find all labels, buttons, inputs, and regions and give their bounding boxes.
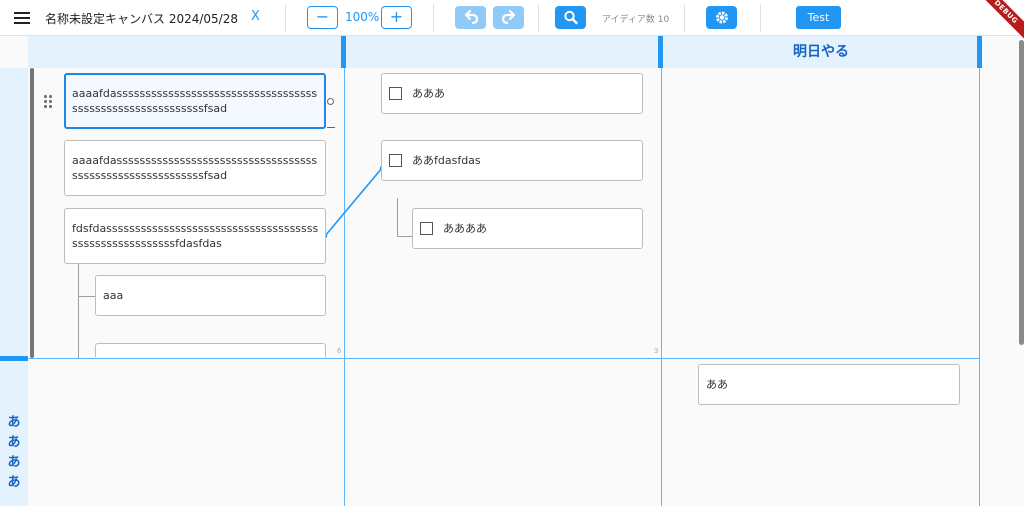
drag-handle-icon[interactable] [44,95,54,109]
canvas-app: 名称未設定キャンバス 2024/05/28 X − 100% + アイディア数 … [0,0,1024,506]
card-text: aaa [103,289,124,302]
card-text: fdsfdassssssssssssssssssssssssssssssssss… [72,222,319,250]
idea-card[interactable]: aaaafdasssssssssssssssssssssssssssssssss… [64,140,326,196]
card-text: ああ [706,378,728,391]
card-text: aaaafdasssssssssssssssssssssssssssssssss… [72,154,318,182]
idea-card[interactable]: aaa [95,275,326,316]
resize-handle[interactable] [327,127,335,128]
card-text: ああfdasfdas [412,154,481,167]
checkbox[interactable] [420,222,433,235]
idea-card[interactable]: fdsfdassssssssssssssssssssssssssssssssss… [64,208,326,264]
row-scrollbar[interactable] [30,68,34,358]
connect-handle[interactable] [327,98,334,105]
idea-card[interactable]: aaaafdasssssssssssssssssssssssssssssssss… [64,73,326,129]
idea-card[interactable]: ああ [698,364,960,405]
todo-card[interactable]: ああああ [412,208,643,249]
page-scrollbar[interactable] [1019,40,1024,345]
todo-card[interactable]: ああfdasfdas [381,140,643,181]
idea-card[interactable] [95,343,326,357]
card-text: あああ [412,87,445,100]
card-text: aaaafdasssssssssssssssssssssssssssssssss… [72,87,318,115]
checkbox[interactable] [389,87,402,100]
card-text: ああああ [443,222,487,235]
todo-card[interactable]: あああ [381,73,643,114]
checkbox[interactable] [389,154,402,167]
